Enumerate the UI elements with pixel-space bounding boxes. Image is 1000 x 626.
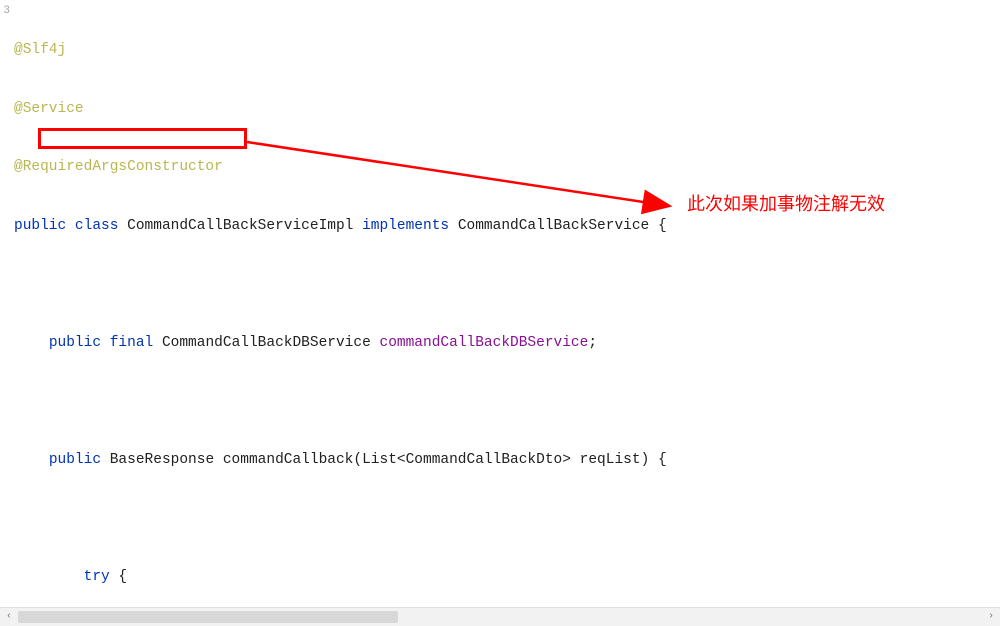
code-line	[14, 275, 994, 295]
annotation-text: 此次如果加事物注解无效	[687, 195, 885, 215]
scroll-right-button[interactable]: ›	[982, 608, 1000, 626]
chevron-left-icon: ‹	[6, 607, 12, 626]
code-line	[14, 509, 994, 529]
code-line: public class CommandCallBackServiceImpl …	[14, 217, 994, 237]
code-line: public final CommandCallBackDBService co…	[14, 334, 994, 354]
horizontal-scrollbar[interactable]: ‹ ›	[0, 607, 1000, 626]
scrollbar-track[interactable]	[18, 608, 982, 626]
code-line	[14, 392, 994, 412]
code-line: @Slf4j	[14, 41, 994, 61]
line-number-gutter: 3	[0, 0, 12, 605]
scroll-left-button[interactable]: ‹	[0, 608, 18, 626]
code-line: @RequiredArgsConstructor	[14, 158, 994, 178]
code-line: try {	[14, 568, 994, 588]
code-editor[interactable]: 3 @Slf4j @Service @RequiredArgsConstruct…	[0, 0, 1000, 605]
chevron-right-icon: ›	[988, 607, 994, 626]
code-line: public BaseResponse commandCallback(List…	[14, 451, 994, 471]
code-line: @Service	[14, 100, 994, 120]
line-number: 3	[0, 2, 12, 22]
code-area[interactable]: @Slf4j @Service @RequiredArgsConstructor…	[14, 2, 994, 605]
scrollbar-thumb[interactable]	[18, 611, 398, 623]
